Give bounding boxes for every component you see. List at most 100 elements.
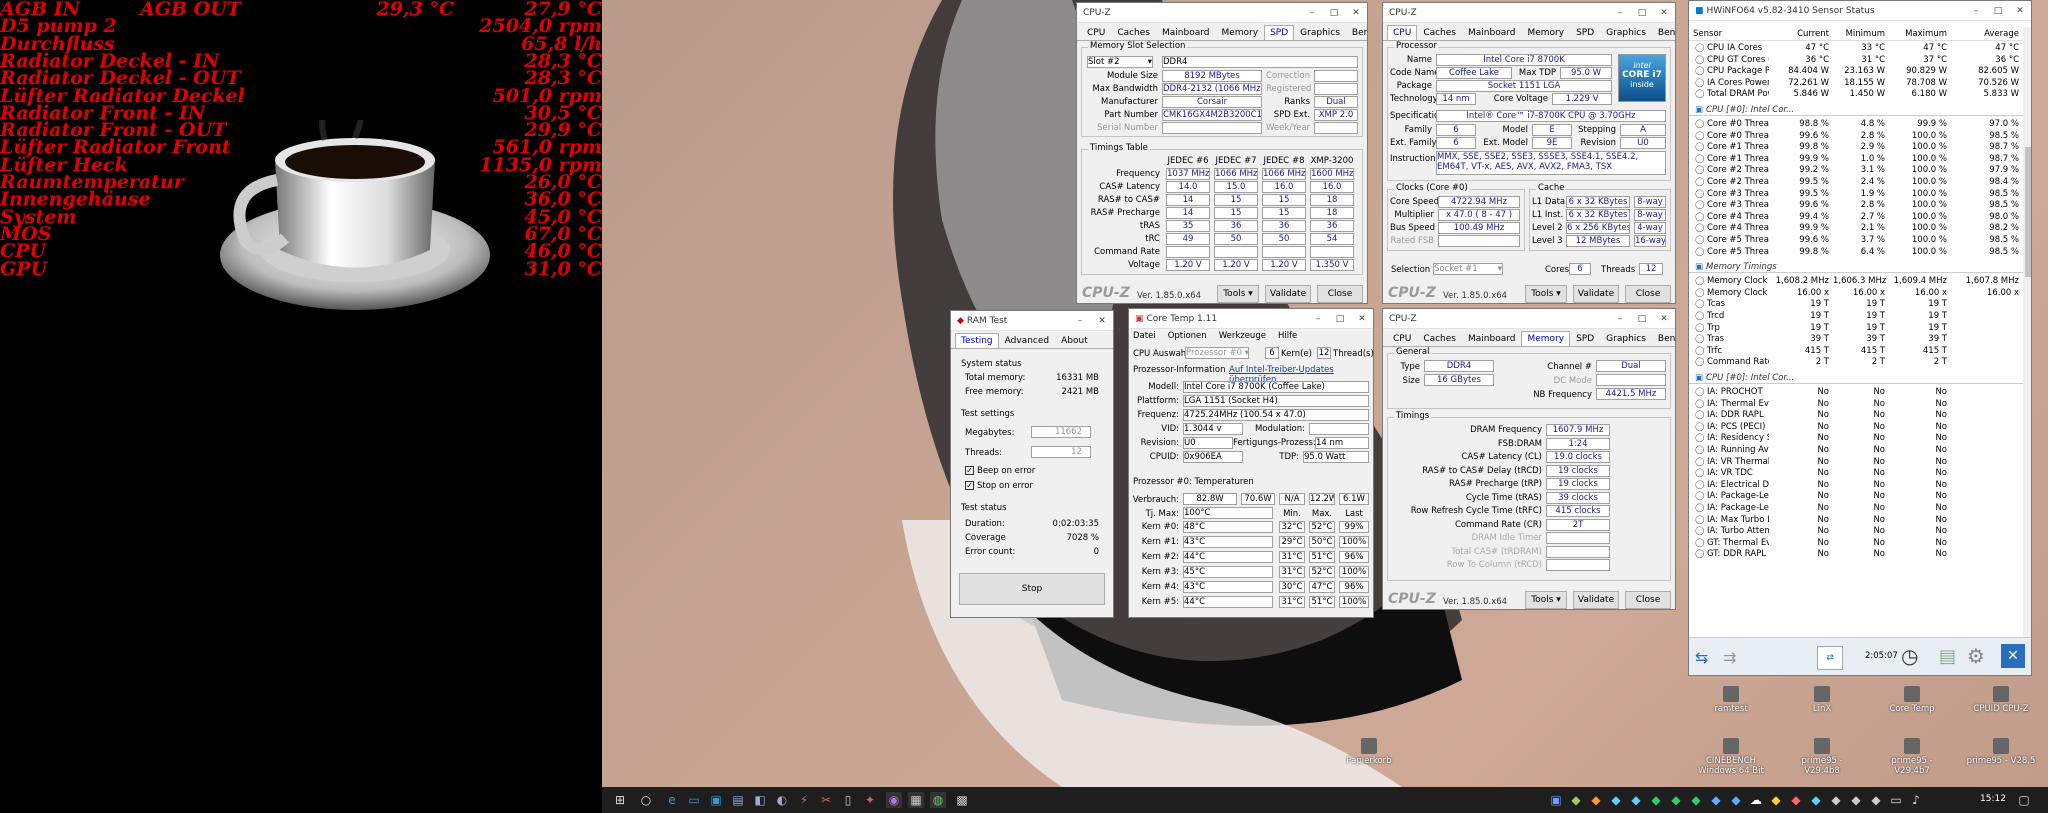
clock-icon[interactable]: ◷ [1901,644,1918,668]
menu-datei[interactable]: Datei [1133,331,1156,341]
close-button[interactable]: Close [1625,591,1671,609]
search-icon[interactable]: ○ [638,792,654,808]
threads-input[interactable]: 12 [1031,446,1091,458]
beep-on-error-checkbox[interactable]: ✓ Beep on error [965,466,1035,476]
stop-on-error-checkbox[interactable]: ✓ Stop on error [965,481,1033,491]
tab-spd[interactable]: SPD [1570,331,1600,346]
tools-button[interactable]: Tools ▾ [1525,591,1567,609]
title-bar[interactable]: CPU-Z – □ ✕ [1383,3,1675,23]
tab-caches[interactable]: Caches [1417,331,1462,346]
column-average[interactable]: Average [1951,29,2019,39]
network-tray-icon[interactable]: ▭ [1888,792,1904,808]
minimize-button[interactable]: – [1609,309,1631,329]
tray-icon[interactable]: ◆ [1708,792,1724,808]
tab-advanced[interactable]: Advanced [999,333,1055,348]
tray-icon[interactable]: ▣ [1548,792,1564,808]
tray-icon[interactable]: ◆ [1788,792,1804,808]
tab-cpu[interactable]: CPU [1387,25,1418,40]
title-bar[interactable]: ▣ Core Temp 1.11 – □ ✕ [1129,309,1373,329]
tab-bar[interactable]: CPUCachesMainboardMemorySPDGraphicsBench… [1383,331,1675,347]
close-icon[interactable]: ✕ [1091,311,1113,331]
tray-icon[interactable]: ◆ [1808,792,1824,808]
tray-icon[interactable]: ◆ [1648,792,1664,808]
coretemp-window[interactable]: ▣ Core Temp 1.11 – □ ✕ Datei Optionen Werkzeug… [1128,308,1374,618]
maximize-button[interactable]: □ [1631,309,1653,329]
title-bar[interactable]: ◆ RAM Test – ✕ [951,311,1113,331]
tab-about[interactable]: About [1055,333,1094,348]
column-minimum[interactable]: Minimum [1833,29,1885,39]
sensor-row[interactable]: ◯Core #5 Thread 1 ... 99.8 % 6.4 % 100.0 % 9… [1689,247,2019,260]
tab-mainboard[interactable]: Mainboard [1462,25,1521,40]
desktop-icon[interactable]: prime95 - V29.4b7 [1877,738,1947,776]
validate-button[interactable]: Validate [1573,591,1619,609]
tab-bench[interactable]: Bench [1346,25,1367,40]
notification-icon[interactable]: ▢ [2016,792,2032,808]
hwinfo-window[interactable]: ■ HWiNFO64 v5.82-3410 Sensor Status – □ ✕ Se… [1688,0,2032,676]
column-header[interactable]: Sensor Current Minimum Maximum Average [1689,27,2023,41]
desktop-icon[interactable]: LinX [1787,686,1857,714]
close-icon[interactable]: ✕ [1653,309,1675,329]
tab-spd[interactable]: SPD [1264,25,1295,40]
tab-memory[interactable]: Memory [1521,25,1570,40]
slot-select[interactable]: Slot #2 ▾ [1087,56,1153,68]
column-sensor[interactable]: Sensor [1693,29,1763,39]
sensor-row[interactable]: ◯ GT: DDR RAPL No No No [1689,549,1959,562]
app-icon[interactable]: ✦ [862,792,878,808]
scrollbar[interactable] [2023,27,2031,637]
sensor-row[interactable]: ◯Total DRAM Power 5.846 W 1.450 W 6.180 W 5.… [1689,89,2019,102]
report-icon[interactable]: ▤ [1939,646,1956,667]
minimize-button[interactable]: – [1965,1,1987,21]
cpuz-task-icon[interactable]: ◉ [886,792,902,808]
app-icon[interactable]: ◐ [774,792,790,808]
tools-button[interactable]: Tools ▾ [1217,285,1259,303]
tray-icon[interactable]: ◆ [1668,792,1684,808]
cpuz-spd-window[interactable]: CPU-Z – □ ✕ CPU Caches Mainboard Memory SPD Grap… [1076,2,1368,304]
processor-select[interactable]: Prozessor #0 ▾ [1185,347,1249,359]
tab-mainboard[interactable]: Mainboard [1156,25,1215,40]
tray-icon[interactable]: ◆ [1608,792,1624,808]
desktop-icon[interactable]: CPUID CPU-Z [1966,686,2036,714]
sensor-row[interactable]: ◯ Command Rate 2 T 2 T 2 T [1689,357,1959,370]
app-icon[interactable]: ✂ [818,792,834,808]
tab-bar[interactable]: Testing Advanced About [951,333,1113,349]
grid-app-icon[interactable]: ▩ [954,792,970,808]
tab-memory[interactable]: Memory [1215,25,1264,40]
tray-icon[interactable]: ◆ [1688,792,1704,808]
ramtest-window[interactable]: ◆ RAM Test – ✕ Testing Advanced About System … [950,310,1114,618]
app-icon[interactable]: ▯ [840,792,856,808]
menu-werkzeuge[interactable]: Werkzeuge [1219,331,1266,341]
close-button[interactable]: Close [1317,285,1363,303]
ramtest-task-icon[interactable]: ▦ [908,792,924,808]
tray-icon[interactable]: ◆ [1568,792,1584,808]
volume-icon[interactable]: ♪ [1908,792,1924,808]
app-icon[interactable]: ▤ [730,792,746,808]
column-current[interactable]: Current [1769,29,1829,39]
app-icon[interactable]: ▣ [708,792,724,808]
minimize-button[interactable]: – [1609,3,1631,23]
close-sensors-icon[interactable]: ✕ [2001,644,2025,668]
tab-graphics[interactable]: Graphics [1294,25,1346,40]
column-maximum[interactable]: Maximum [1889,29,1947,39]
desktop-icon[interactable]: Papierkorb [1334,738,1404,766]
network-icon[interactable]: ⇄ [1817,646,1843,670]
tab-bar[interactable]: CPUCachesMainboardMemorySPDGraphicsBench… [1077,25,1367,41]
maximize-button[interactable]: □ [1631,3,1653,23]
tab-caches[interactable]: Caches [1417,25,1462,40]
menu-optionen[interactable]: Optionen [1168,331,1207,341]
cpuz-memory-window[interactable]: CPU-Z – □ ✕ CPU Caches Mainboard Memory SPD Grap… [1382,308,1676,610]
tray-icon[interactable]: ◆ [1588,792,1604,808]
tab-graphics[interactable]: Graphics [1600,331,1652,346]
start-windows-icon[interactable]: ⊞ [612,792,628,808]
validate-button[interactable]: Validate [1573,285,1619,303]
close-icon[interactable]: ✕ [1653,3,1675,23]
settings-icon[interactable]: ⚙ [1967,644,1985,668]
title-bar[interactable]: ■ HWiNFO64 v5.82-3410 Sensor Status – □ ✕ [1689,1,2031,21]
maximize-button[interactable]: □ [1323,3,1345,23]
app-icon[interactable]: ◧ [752,792,768,808]
taskbar-clock[interactable]: 15:12 [1980,794,2006,804]
tab-bench[interactable]: Bench [1652,331,1675,346]
app-icon[interactable]: ⚡ [796,792,812,808]
minimize-button[interactable]: – [1307,309,1329,329]
minimize-button[interactable]: – [1069,311,1091,331]
close-icon[interactable]: ✕ [1351,309,1373,329]
